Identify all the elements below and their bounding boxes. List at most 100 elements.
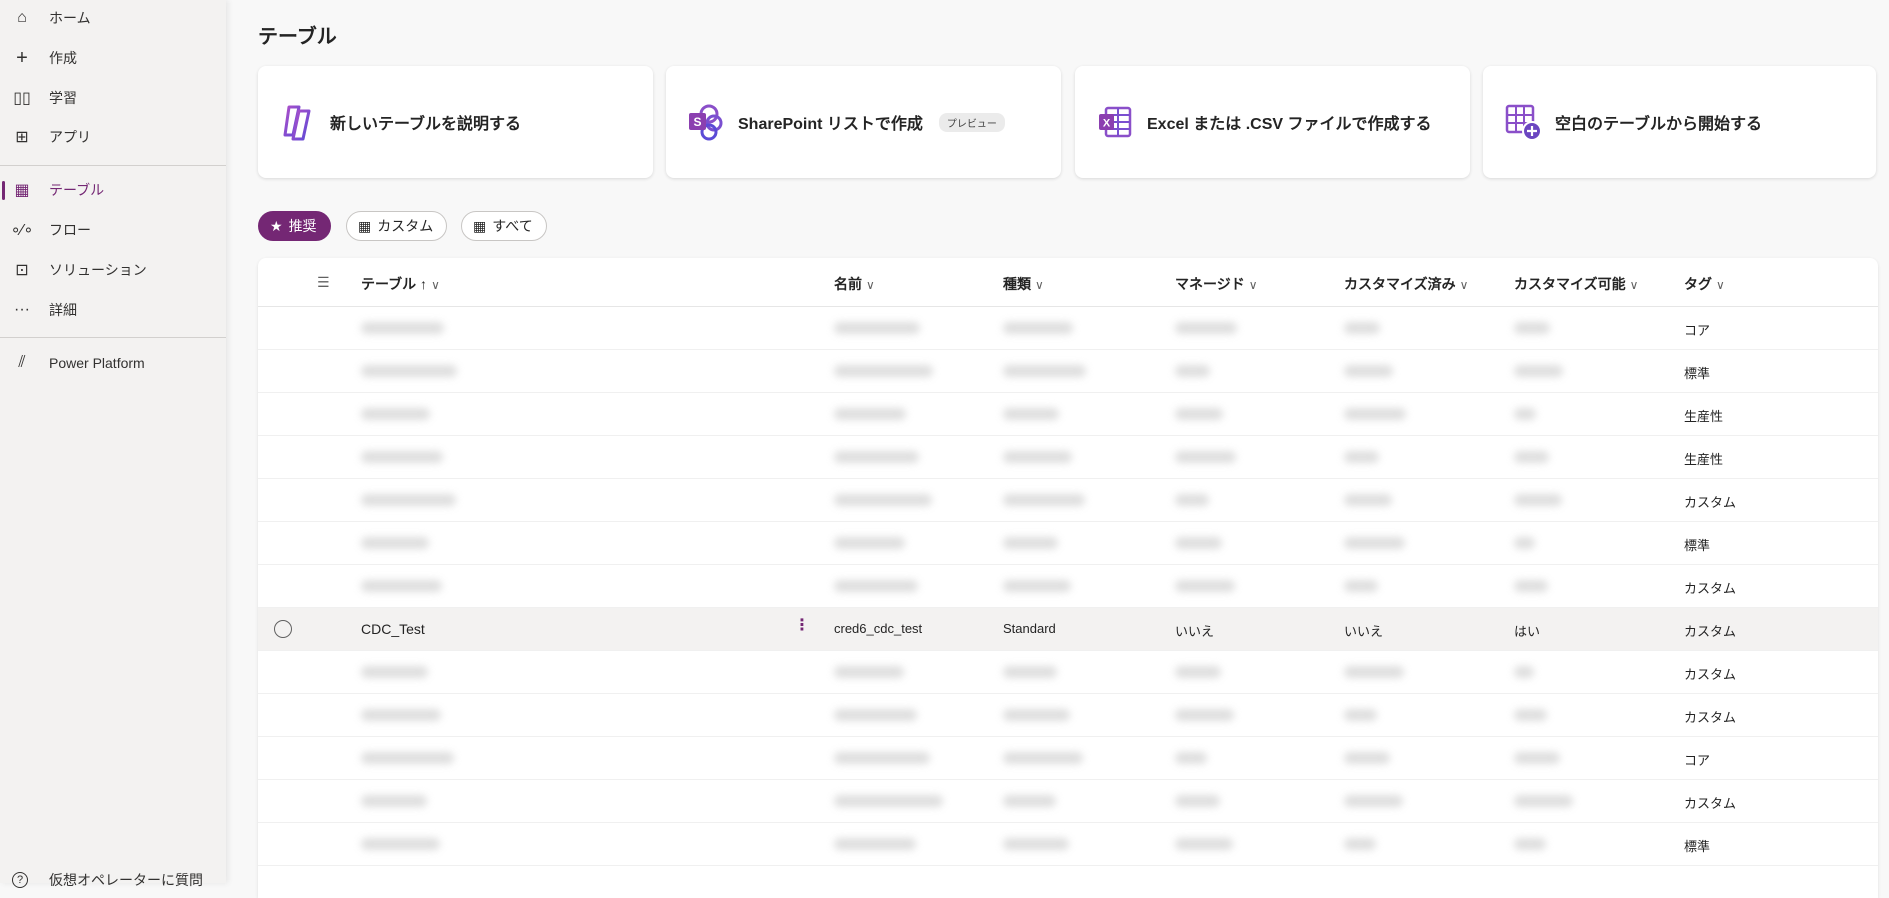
sharepoint-list-card[interactable]: S SharePoint リストで作成 プレビュー bbox=[666, 66, 1061, 178]
redacted-cell bbox=[834, 494, 932, 506]
redacted-cell bbox=[1003, 365, 1086, 377]
nav-create[interactable]: + 作成 bbox=[0, 40, 226, 76]
redacted-cell bbox=[834, 709, 917, 721]
redacted-cell bbox=[1175, 494, 1209, 506]
filter-recommended[interactable]: ★ 推奨 bbox=[258, 211, 331, 241]
table-icon: ▦ bbox=[473, 217, 487, 234]
redacted-cell bbox=[1344, 365, 1393, 377]
redacted-cell bbox=[361, 322, 444, 334]
redacted-cell bbox=[1003, 795, 1056, 807]
cell-tag: カスタム bbox=[1684, 581, 1737, 596]
cell-tag: コア bbox=[1684, 753, 1711, 768]
table-row[interactable]: カスタム bbox=[258, 651, 1878, 694]
redacted-cell bbox=[1344, 537, 1405, 549]
cell-managed: いいえ bbox=[1175, 624, 1215, 639]
redacted-cell bbox=[1175, 709, 1234, 721]
redacted-cell bbox=[1175, 666, 1221, 678]
nav-apps[interactable]: ⊞ アプリ bbox=[0, 119, 226, 155]
cell-customizable: はい bbox=[1514, 624, 1541, 639]
book-icon: ▯▯ bbox=[13, 90, 31, 107]
redacted-cell bbox=[361, 537, 429, 549]
cell-type: Standard bbox=[1003, 621, 1056, 636]
table-row[interactable]: カスタム bbox=[258, 780, 1878, 823]
nav-solutions[interactable]: ⊡ ソリューション bbox=[0, 252, 226, 288]
column-header-tags[interactable]: タグ ∨ bbox=[1684, 274, 1725, 294]
column-header-table[interactable]: テーブル ↑ ∨ bbox=[361, 274, 440, 294]
redacted-cell bbox=[1514, 365, 1563, 377]
table-row[interactable]: カスタム bbox=[258, 694, 1878, 737]
nav-more[interactable]: ··· 詳細 bbox=[0, 292, 226, 328]
column-header-type[interactable]: 種類 ∨ bbox=[1003, 274, 1044, 294]
redacted-cell bbox=[361, 752, 454, 764]
redacted-cell bbox=[1344, 838, 1376, 850]
ask-virtual-agent[interactable]: ? 仮想オペレーターに質問 bbox=[0, 862, 226, 898]
describe-new-table-card[interactable]: 新しいテーブルを説明する bbox=[258, 66, 653, 178]
redacted-cell bbox=[1003, 322, 1073, 334]
redacted-cell bbox=[1175, 322, 1237, 334]
redacted-cell bbox=[834, 666, 904, 678]
redacted-cell bbox=[1003, 451, 1072, 463]
table-row[interactable]: 標準 bbox=[258, 823, 1878, 866]
column-options-icon[interactable]: ☰ bbox=[317, 274, 330, 291]
nav-tables[interactable]: ▦ テーブル bbox=[0, 172, 226, 208]
redacted-cell bbox=[1514, 709, 1547, 721]
row-select-radio[interactable] bbox=[274, 620, 292, 638]
table-row[interactable]: 生産性 bbox=[258, 436, 1878, 479]
redacted-cell bbox=[834, 537, 905, 549]
redacted-cell bbox=[1344, 580, 1378, 592]
chevron-down-icon: ∨ bbox=[431, 278, 440, 292]
redacted-cell bbox=[1175, 580, 1235, 592]
row-more-icon[interactable]: ⋮ bbox=[794, 618, 810, 634]
home-icon: ⌂ bbox=[17, 9, 27, 26]
table-row[interactable]: カスタム bbox=[258, 565, 1878, 608]
column-header-customizable[interactable]: カスタマイズ可能 ∨ bbox=[1514, 274, 1638, 294]
redacted-cell bbox=[1003, 408, 1059, 420]
table-row[interactable]: コア bbox=[258, 307, 1878, 350]
chevron-down-icon: ∨ bbox=[1716, 278, 1725, 292]
excel-csv-card[interactable]: X Excel または .CSV ファイルで作成する bbox=[1075, 66, 1470, 178]
more-icon: ··· bbox=[14, 301, 30, 318]
redacted-cell bbox=[361, 494, 456, 506]
nav-flows[interactable]: ∘∕∘ フロー bbox=[0, 212, 226, 248]
redacted-cell bbox=[1514, 666, 1534, 678]
blank-table-card[interactable]: 空白のテーブルから開始する bbox=[1483, 66, 1876, 178]
cell-tag: 標準 bbox=[1684, 839, 1711, 854]
nav-power-platform[interactable]: ⫽ Power Platform bbox=[0, 345, 226, 381]
redacted-cell bbox=[1175, 408, 1223, 420]
column-header-name[interactable]: 名前 ∨ bbox=[834, 274, 875, 294]
filter-custom[interactable]: ▦ カスタム bbox=[346, 211, 448, 241]
redacted-cell bbox=[361, 451, 443, 463]
redacted-cell bbox=[1344, 795, 1403, 807]
cell-tag: カスタム bbox=[1684, 710, 1737, 725]
column-header-customized[interactable]: カスタマイズ済み ∨ bbox=[1344, 274, 1468, 294]
table-row[interactable]: 標準 bbox=[258, 522, 1878, 565]
cell-tag: 標準 bbox=[1684, 538, 1711, 553]
redacted-cell bbox=[1344, 408, 1406, 420]
table-row[interactable]: カスタム bbox=[258, 479, 1878, 522]
column-header-managed[interactable]: マネージド ∨ bbox=[1175, 274, 1258, 294]
redacted-cell bbox=[1175, 752, 1207, 764]
redacted-cell bbox=[1175, 795, 1220, 807]
nav-learn[interactable]: ▯▯ 学習 bbox=[0, 80, 226, 116]
table-row[interactable]: コア bbox=[258, 737, 1878, 780]
table-row[interactable]: 標準 bbox=[258, 350, 1878, 393]
nav-home[interactable]: ⌂ ホーム bbox=[0, 0, 226, 36]
chevron-down-icon: ∨ bbox=[1035, 278, 1044, 292]
redacted-cell bbox=[361, 666, 428, 678]
redacted-cell bbox=[361, 838, 440, 850]
copilot-icon bbox=[278, 102, 318, 142]
apps-icon: ⊞ bbox=[15, 129, 29, 146]
plus-icon: + bbox=[16, 46, 28, 69]
power-platform-icon: ⫽ bbox=[18, 354, 26, 371]
table-add-icon bbox=[1503, 102, 1543, 142]
table-row[interactable]: 生産性 bbox=[258, 393, 1878, 436]
redacted-cell bbox=[1514, 537, 1535, 549]
cell-table[interactable]: CDC_Test bbox=[361, 621, 425, 637]
sharepoint-icon: S bbox=[686, 102, 726, 142]
preview-badge: プレビュー bbox=[938, 112, 1005, 132]
filter-all[interactable]: ▦ すべて bbox=[461, 211, 547, 241]
redacted-cell bbox=[1175, 838, 1233, 850]
table-row[interactable]: ⋮ CDC_Test cred6_cdc_test Standard いいえ いいえ はい カ… bbox=[258, 608, 1878, 651]
redacted-cell bbox=[361, 795, 427, 807]
redacted-cell bbox=[1514, 494, 1562, 506]
